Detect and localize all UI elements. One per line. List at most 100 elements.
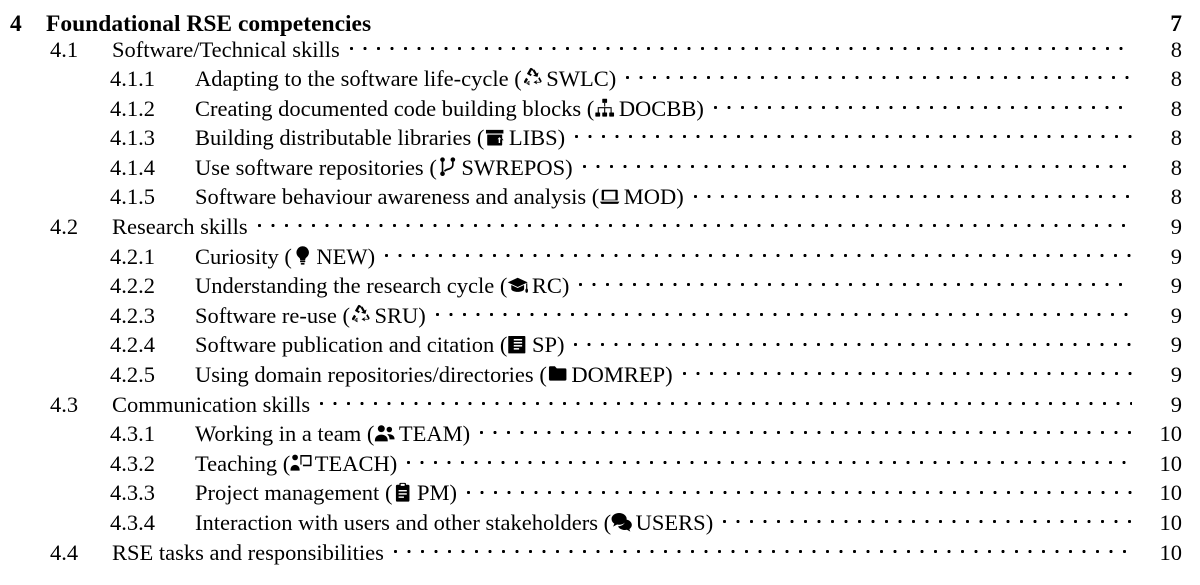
clipboard-icon	[392, 482, 413, 503]
toc-page-number: 10	[1159, 421, 1183, 447]
dot-leader	[693, 182, 1132, 205]
toc-entry-number: 4.1.5	[110, 184, 155, 210]
toc-entry-4[interactable]: 4 Foundational RSE competencies 7	[0, 0, 1200, 37]
toc-entry-title: Foundational RSE competencies	[46, 11, 371, 38]
toc-entry-4-3-1[interactable]: 4.3.1 Working in a team (TEAM) 10	[0, 419, 1200, 449]
close-paren: )	[556, 332, 565, 358]
toc-entry-4-1-3[interactable]: 4.1.3 Building distributable libraries (L…	[0, 123, 1200, 153]
close-paren: )	[462, 421, 471, 447]
close-paren: )	[561, 273, 570, 299]
toc-entry-4-1-1[interactable]: 4.1.1 Adapting to the software life-cycle…	[0, 64, 1200, 94]
competency-code: SP	[531, 332, 557, 358]
toc-entry-4-1-4[interactable]: 4.1.4 Use software repositories (SWREPOS)…	[0, 152, 1200, 182]
toc-entry-4-2-3[interactable]: 4.2.3 Software re-use (SRU) 9	[0, 300, 1200, 330]
toc-entry-number: 4.3.2	[110, 450, 155, 476]
toc-entry-4-2[interactable]: 4.2 Research skills 9	[0, 212, 1200, 242]
toc-entry-title-text: Curiosity	[195, 243, 279, 269]
dot-leader	[626, 64, 1132, 87]
book-journal-icon	[507, 334, 528, 355]
toc-entry-number: 4.1.1	[110, 66, 155, 92]
toc-page-number: 9	[1170, 214, 1182, 240]
competency-code: RC	[531, 273, 562, 299]
toc-entry-title-text: Software/Technical skills	[112, 36, 340, 62]
toc-page-number: 9	[1170, 243, 1182, 269]
toc-page-number: 10	[1159, 539, 1183, 565]
toc-entry-4-3-3[interactable]: 4.3.3 Project management (PM) 10	[0, 478, 1200, 508]
toc-entry-4-4[interactable]: 4.4 RSE tasks and responsibilities 10	[0, 537, 1200, 567]
dot-leader	[579, 271, 1132, 294]
toc-entry-4-2-5[interactable]: 4.2.5 Using domain repositories/directori…	[0, 360, 1200, 390]
dot-leader	[713, 93, 1132, 116]
open-paren: (	[336, 302, 350, 328]
dot-leader	[574, 330, 1132, 353]
dot-leader	[385, 241, 1132, 264]
competency-code: SWREPOS	[461, 154, 566, 180]
toc-entry-title: Software publication and citation (SP)	[195, 332, 564, 358]
competency-code: TEAM	[398, 421, 463, 447]
toc-entry-number: 4.2.1	[110, 243, 155, 269]
toc-entry-4-2-4[interactable]: 4.2.4 Software publication and citation (…	[0, 330, 1200, 360]
toc-entry-title: Adapting to the software life-cycle (SWL…	[195, 66, 616, 92]
toc-entry-title: Using domain repositories/directories (D…	[195, 362, 673, 388]
toc-entry-4-1-5[interactable]: 4.1.5 Software behaviour awareness and an…	[0, 182, 1200, 212]
toc-entry-title-text: Teaching	[195, 450, 278, 476]
toc-page-number: 8	[1170, 95, 1182, 121]
toc-entry-title-text: Research skills	[112, 214, 248, 240]
toc-entry-title-text: Project management	[195, 480, 380, 506]
toc-entry-title: Building distributable libraries (LIBS)	[195, 125, 565, 151]
toc-entry-4-3[interactable]: 4.3 Communication skills 9	[0, 389, 1200, 419]
toc-entry-title: Teaching (TEACH)	[195, 451, 397, 477]
toc-entry-4-1-2[interactable]: 4.1.2 Creating documented code building b…	[0, 93, 1200, 123]
toc-entry-number: 4.3.1	[110, 421, 155, 447]
toc-page-number: 9	[1170, 332, 1182, 358]
toc-page-number: 8	[1170, 36, 1182, 62]
competency-code: SRU	[374, 302, 419, 328]
dot-leader	[480, 419, 1132, 442]
competency-code: LIBS	[508, 125, 558, 151]
toc-page-number: 9	[1170, 302, 1182, 328]
toc-entry-4-3-2[interactable]: 4.3.2 Teaching (TEACH) 10	[0, 448, 1200, 478]
toc-entry-number: 4.3.3	[110, 480, 155, 506]
toc-page-number: 7	[1170, 10, 1182, 37]
toc-page-number: 9	[1170, 362, 1182, 388]
toc-page-number: 10	[1159, 450, 1183, 476]
table-of-contents: 4 Foundational RSE competencies 7 4.1 Softwa…	[0, 0, 1200, 585]
dot-leader	[349, 34, 1132, 57]
toc-entry-title: Working in a team (TEAM)	[195, 421, 470, 447]
chalkboard-teacher-icon	[290, 452, 312, 473]
close-paren: )	[696, 95, 704, 121]
toc-entry-4-2-1[interactable]: 4.2.1 Curiosity (NEW) 9	[0, 241, 1200, 271]
close-paren: )	[418, 302, 426, 328]
close-paren: )	[665, 362, 673, 388]
toc-entry-title: Communication skills	[112, 392, 310, 418]
toc-entry-4-1[interactable]: 4.1 Software/Technical skills 8	[0, 34, 1200, 64]
dot-leader	[257, 212, 1132, 235]
open-paren: (	[379, 480, 393, 506]
toc-page-number: 8	[1170, 125, 1182, 151]
toc-entry-number: 4	[10, 10, 22, 37]
competency-code: USERS	[635, 510, 706, 535]
dot-leader	[320, 389, 1132, 412]
open-paren: (	[533, 362, 547, 388]
toc-entry-title-text: Software re-use	[195, 302, 337, 328]
close-paren: )	[565, 154, 573, 180]
open-paren: (	[598, 510, 612, 535]
competency-code: DOCBB	[618, 95, 697, 121]
toc-entry-number: 4.3.4	[110, 510, 155, 535]
toc-entry-4-2-2[interactable]: 4.2.2 Understanding the research cycle (R…	[0, 271, 1200, 301]
toc-entry-4-3-4[interactable]: 4.3.4 Interaction with users and other st…	[0, 508, 1200, 538]
close-paren: )	[389, 450, 398, 476]
toc-entry-title-text: Creating documented code building blocks	[195, 95, 582, 121]
open-paren: (	[494, 332, 508, 358]
toc-entry-title: Software re-use ( SRU)	[195, 303, 426, 329]
open-paren: (	[471, 125, 485, 151]
toc-entry-title: Use software repositories (SWREPOS)	[195, 155, 573, 181]
toc-entry-title: Software behaviour awareness and analysi…	[195, 184, 684, 210]
competency-code: PM	[416, 480, 450, 506]
close-paren: )	[449, 480, 457, 506]
close-paren: )	[557, 125, 566, 151]
code-branch-icon	[437, 156, 458, 177]
competency-code: TEACH	[314, 450, 390, 476]
sitemap-icon	[594, 97, 615, 118]
toc-entry-number: 4.2.4	[110, 332, 155, 358]
